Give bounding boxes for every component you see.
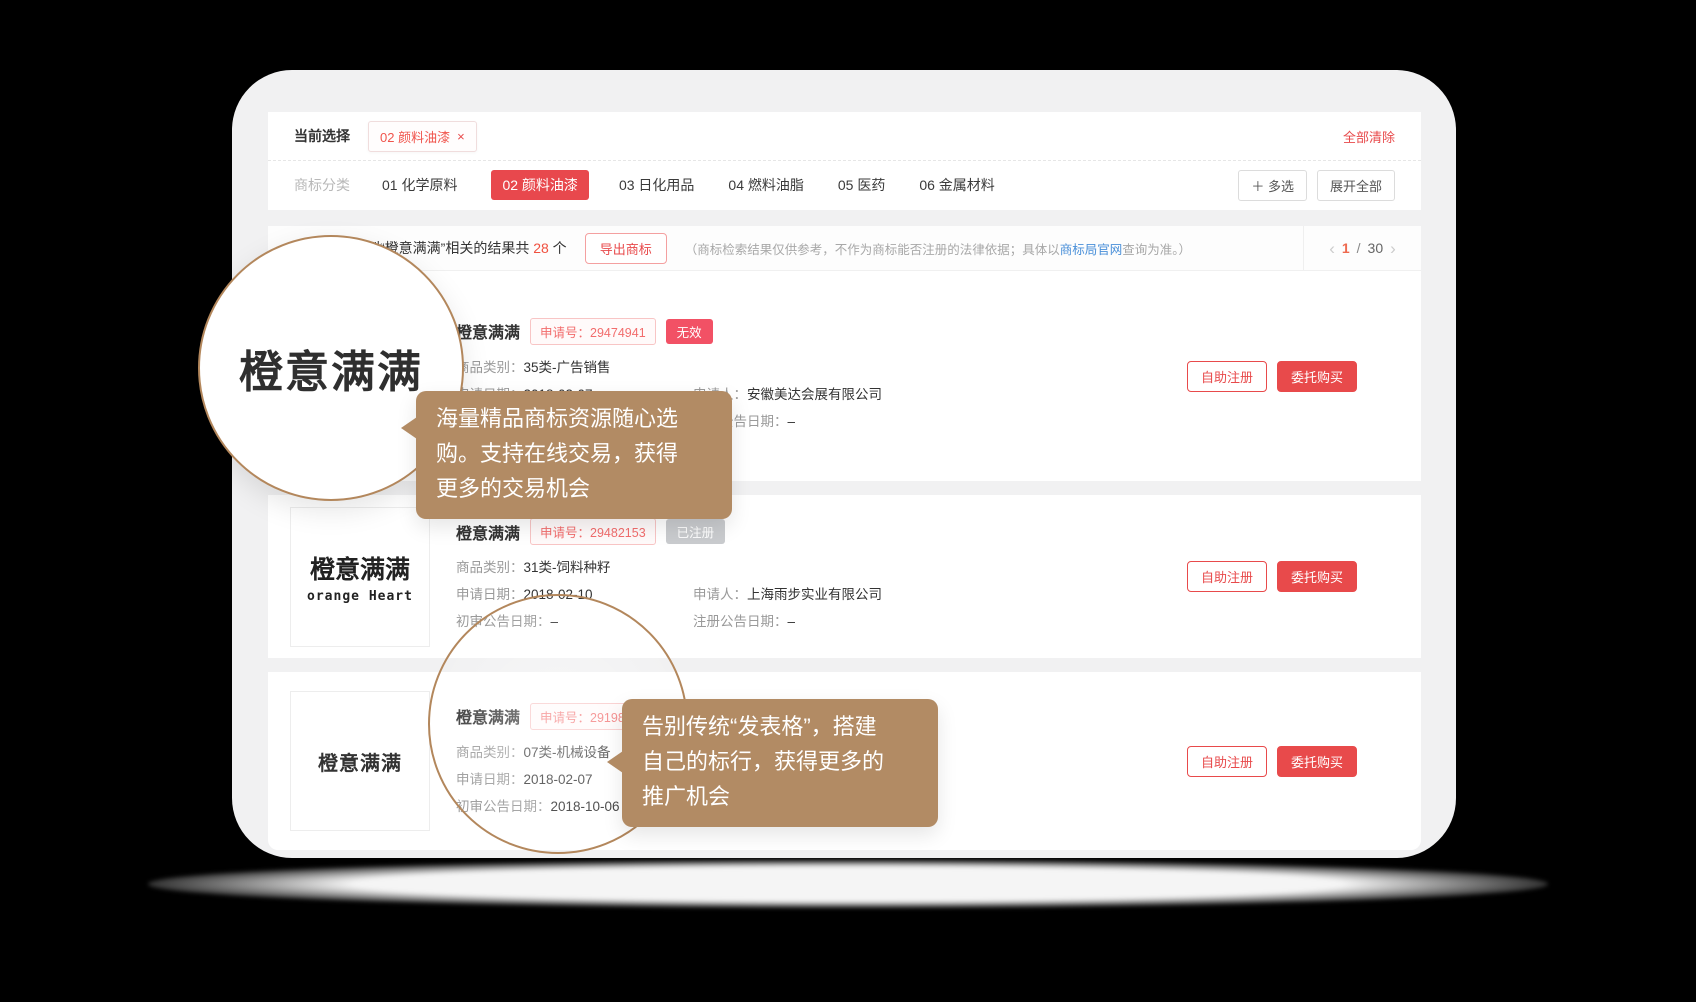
category-item-04[interactable]: 04 燃料油脂: [728, 175, 803, 195]
current-selection-row: 当前选择 02 颜料油漆 × 全部清除: [268, 112, 1421, 161]
callout-arrow-left-icon: [401, 417, 417, 439]
multi-select-label: 多选: [1268, 179, 1294, 194]
category-item-06[interactable]: 06 金属材料: [919, 175, 994, 195]
pagination-prev-icon[interactable]: ‹: [1329, 240, 1335, 257]
category-label-1: 商品类别：: [456, 360, 524, 375]
entrust-buy-button-2[interactable]: 委托购买: [1277, 561, 1357, 592]
reg-notice-value-2: –: [788, 614, 796, 629]
row-actions-3: 自助注册 委托购买: [1187, 746, 1357, 777]
category-label-2: 商品类别：: [456, 560, 524, 575]
status-badge-registered-2: 已注册: [666, 519, 726, 544]
callout-bubble-1: 海量精品商标资源随心选 购。支持在线交易，获得 更多的交易机会: [416, 391, 732, 519]
entrust-buy-button-1[interactable]: 委托购买: [1277, 361, 1357, 392]
results-header-left: 已为您检索到“橙意满满”相关的结果共 28 个 导出商标 （商标检索结果仅供参考…: [268, 226, 1303, 270]
entrust-buy-button-3[interactable]: 委托购买: [1277, 746, 1357, 777]
application-number-badge-1: 申请号：29474941: [530, 318, 656, 345]
applicant-value-2: 上海雨步实业有限公司: [747, 587, 882, 602]
trademark-image-2: 橙意满满 orange Heart: [290, 507, 430, 647]
category-item-05[interactable]: 05 医药: [838, 175, 885, 195]
current-selection-label: 当前选择: [294, 126, 350, 146]
callout-arrow-left-icon: [607, 751, 623, 773]
pagination: ‹ 1 / 30 ›: [1303, 226, 1421, 270]
application-number-badge-2: 申请号：29482153: [530, 518, 656, 545]
row-actions-1: 自助注册 委托购买: [1187, 361, 1357, 392]
category-item-01[interactable]: 01 化学原料: [382, 175, 457, 195]
page-background: 当前选择 02 颜料油漆 × 全部清除 商标分类 01 化学原料 02 颜料油漆…: [0, 0, 1696, 1002]
trademark-image-text-2: 橙意满满: [310, 550, 410, 586]
reg-notice-label-2: 注册公告日期：: [693, 614, 788, 629]
applicant-label-2: 申请人：: [693, 587, 747, 602]
selected-filter-tag[interactable]: 02 颜料油漆 ×: [368, 121, 477, 152]
plus-icon: ＋: [1251, 179, 1264, 194]
app-no-label-2: 申请号：: [540, 526, 590, 540]
category-row-label: 商标分类: [294, 175, 350, 195]
trademark-image-3: 橙意满满: [290, 691, 430, 831]
category-item-03[interactable]: 03 日化用品: [619, 175, 694, 195]
pagination-separator: /: [1357, 240, 1361, 256]
summary-suffix: 个: [549, 240, 567, 256]
app-no-label-1: 申请号：: [540, 326, 590, 340]
reg-notice-value-1: –: [788, 414, 796, 429]
row-title-2: 橙意满满 申请号：29482153 已注册: [456, 518, 1187, 545]
results-count: 28: [533, 240, 549, 256]
callout-1-line-3: 更多的交易机会: [436, 471, 712, 506]
category-line-2: 商品类别：31类-饲料种籽: [456, 554, 1187, 581]
callout-bubble-2: 告别传统“发表格”，搭建 自己的标行，获得更多的 推广机会: [622, 699, 938, 827]
magnified-trademark-text: 橙意满满: [239, 336, 423, 400]
trademark-office-link[interactable]: 商标局官网: [1060, 243, 1123, 257]
callout-2-line-3: 推广机会: [642, 779, 918, 814]
category-line-1: 商品类别：35类-广告销售: [456, 354, 1187, 381]
selected-filter-tag-label: 02 颜料油漆: [380, 127, 450, 146]
disclaimer-text: （商标检索结果仅供参考，不作为商标能否注册的法律依据；具体以商标局官网查询为准。…: [685, 239, 1191, 258]
callout-2-line-1: 告别传统“发表格”，搭建: [642, 709, 918, 744]
expand-all-button[interactable]: 展开全部: [1317, 170, 1395, 201]
trademark-name-1[interactable]: 橙意满满: [456, 319, 520, 343]
app-no-value-2: 29482153: [590, 526, 646, 540]
close-icon[interactable]: ×: [457, 129, 465, 144]
trademark-name-2[interactable]: 橙意满满: [456, 520, 520, 544]
applicant-value-1: 安徽美达会展有限公司: [747, 387, 882, 402]
result-row-2: 橙意满满 orange Heart 橙意满满 申请号：29482153 已注册 …: [268, 495, 1421, 658]
pagination-total-pages: 30: [1368, 240, 1384, 256]
disclaimer-suffix: 查询为准。）: [1122, 243, 1191, 257]
laptop-base-shadow: [148, 860, 1548, 908]
filter-card: 当前选择 02 颜料油漆 × 全部清除 商标分类 01 化学原料 02 颜料油漆…: [268, 112, 1421, 210]
disclaimer-prefix: （商标检索结果仅供参考，不作为商标能否注册的法律依据；具体以: [685, 243, 1060, 257]
trademark-image-text-3: 橙意满满: [318, 747, 402, 776]
trademark-image-subtext-2: orange Heart: [307, 589, 413, 604]
category-row: 商标分类 01 化学原料 02 颜料油漆 03 日化用品 04 燃料油脂 05 …: [268, 161, 1421, 209]
results-header: 已为您检索到“橙意满满”相关的结果共 28 个 导出商标 （商标检索结果仅供参考…: [268, 226, 1421, 271]
clear-all-button[interactable]: 全部清除: [1343, 127, 1395, 146]
category-item-02-selected[interactable]: 02 颜料油漆: [491, 170, 588, 200]
callout-1-line-2: 购。支持在线交易，获得: [436, 436, 712, 471]
pagination-next-icon[interactable]: ›: [1390, 240, 1396, 257]
app-no-value-1: 29474941: [590, 326, 646, 340]
export-trademark-button[interactable]: 导出商标: [585, 233, 667, 264]
category-value-1: 35类-广告销售: [524, 360, 611, 375]
self-register-button-2[interactable]: 自助注册: [1187, 561, 1267, 592]
self-register-button-3[interactable]: 自助注册: [1187, 746, 1267, 777]
multi-select-button[interactable]: ＋ 多选: [1238, 170, 1307, 201]
self-register-button-1[interactable]: 自助注册: [1187, 361, 1267, 392]
row-actions-2: 自助注册 委托购买: [1187, 561, 1357, 592]
date-label-2: 申请日期：: [456, 587, 524, 602]
category-value-2: 31类-饲料种籽: [524, 560, 611, 575]
status-badge-invalid-1: 无效: [666, 319, 713, 344]
callout-2-line-2: 自己的标行，获得更多的: [642, 744, 918, 779]
row-title-1: 橙意满满 申请号：29474941 无效: [456, 318, 1187, 345]
pagination-current-page: 1: [1342, 240, 1350, 256]
callout-1-line-1: 海量精品商标资源随心选: [436, 401, 712, 436]
